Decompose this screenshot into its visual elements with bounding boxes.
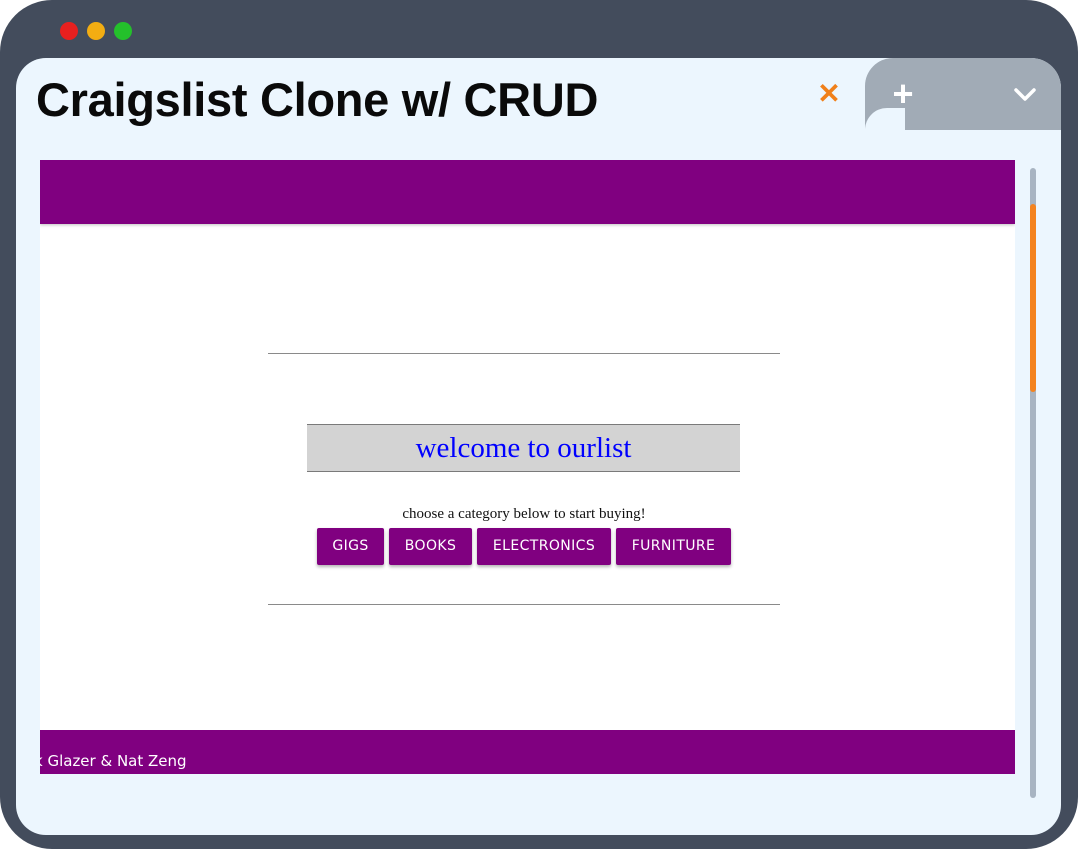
scrollbar-thumb[interactable] — [1030, 204, 1036, 392]
chevron-down-icon[interactable] — [1012, 82, 1038, 108]
tab-corner — [865, 108, 905, 148]
category-button-books[interactable]: BOOKS — [389, 528, 472, 565]
top-divider — [268, 353, 780, 354]
browser-frame: Craigslist Clone w/ CRUD ✕ + welcome to … — [16, 58, 1061, 835]
browser-window: Craigslist Clone w/ CRUD ✕ + welcome to … — [0, 0, 1078, 849]
window-maximize-dot[interactable] — [114, 22, 132, 40]
footer-credit: k Glazer & Nat Zeng — [40, 752, 187, 770]
bottom-divider — [268, 604, 780, 605]
welcome-banner: welcome to ourlist — [307, 424, 740, 472]
category-button-gigs[interactable]: GIGS — [317, 528, 384, 565]
category-button-electronics[interactable]: ELECTRONICS — [477, 528, 611, 565]
web-page-viewport: welcome to ourlist choose a category bel… — [40, 160, 1015, 774]
site-header-bar — [40, 160, 1015, 224]
close-tab-icon[interactable]: ✕ — [816, 78, 842, 110]
category-prompt: choose a category below to start buying! — [402, 506, 646, 522]
window-minimize-dot[interactable] — [87, 22, 105, 40]
window-close-dot[interactable] — [60, 22, 78, 40]
new-tab-icon[interactable]: + — [888, 76, 918, 112]
page-title: Craigslist Clone w/ CRUD — [36, 73, 599, 126]
category-button-furniture[interactable]: FURNITURE — [616, 528, 731, 565]
site-footer-bar: k Glazer & Nat Zeng — [40, 730, 1015, 774]
